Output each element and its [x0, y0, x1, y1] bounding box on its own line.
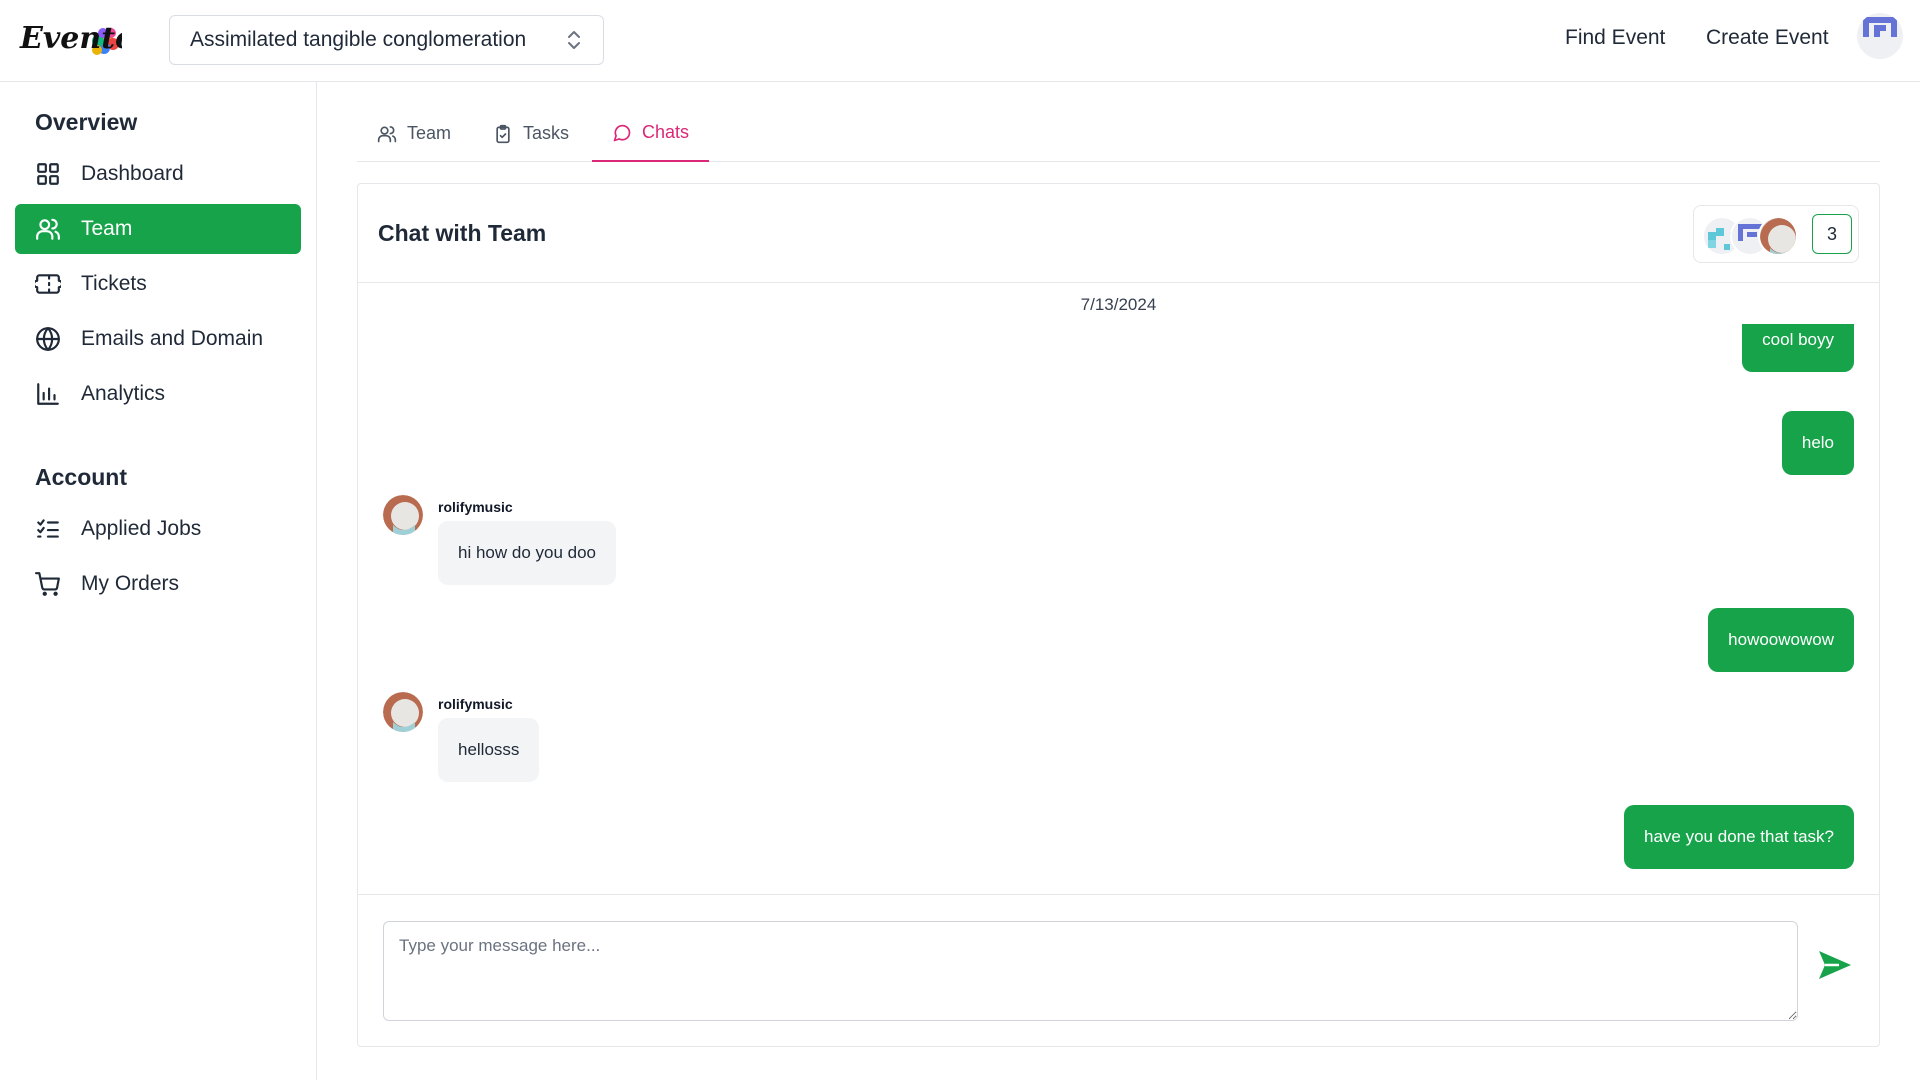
message-text: hellosss	[438, 718, 540, 782]
find-event-link[interactable]: Find Event	[1565, 26, 1665, 50]
sidebar-item-label: My Orders	[81, 572, 180, 595]
tab-label: Chats	[642, 122, 690, 142]
tab-tasks[interactable]: Tasks	[473, 105, 589, 162]
organization-select-value: Assimilated tangible conglomeration	[190, 28, 527, 51]
avatar[interactable]	[383, 495, 423, 535]
sidebar-item-team[interactable]: Team	[15, 204, 301, 254]
sidebar-item-label: Dashboard	[81, 162, 184, 185]
users-icon	[36, 218, 60, 240]
outgoing-message: cool boyy	[1742, 324, 1854, 372]
tab-chats[interactable]: Chats	[592, 105, 710, 162]
svg-text:Evento: Evento	[19, 21, 122, 56]
list-checks-icon	[37, 519, 59, 538]
chat-members[interactable]: 3	[1693, 205, 1859, 263]
top-bar: Evento Assimilated tangible conglomerati…	[0, 0, 1920, 82]
globe-icon	[36, 327, 60, 351]
message-composer	[358, 894, 1879, 1047]
sidebar: Overview Dashboard Team Tickets Emails a…	[0, 82, 317, 1080]
message-list[interactable]: 7/13/2024 cool boyy helo rolifymusic hi …	[358, 284, 1879, 894]
sidebar-item-emails-and-domain[interactable]: Emails and Domain	[15, 314, 301, 364]
grid-icon	[37, 163, 59, 185]
chevron-up-down-icon	[568, 31, 580, 49]
organization-select[interactable]: Assimilated tangible conglomeration	[169, 15, 604, 65]
evento-logo[interactable]: Evento	[18, 14, 135, 64]
sidebar-item-label: Tickets	[81, 272, 147, 295]
message-circle-icon	[613, 124, 631, 141]
overview-heading: Overview	[35, 109, 138, 135]
sidebar-item-label: Applied Jobs	[81, 517, 202, 540]
tab-team[interactable]: Team	[357, 105, 471, 162]
outgoing-message: howoowowow	[1708, 608, 1854, 672]
tab-label: Tasks	[523, 123, 570, 143]
avatar[interactable]	[383, 692, 423, 732]
sidebar-item-analytics[interactable]: Analytics	[15, 369, 301, 419]
outgoing-message: have you done that task?	[1624, 805, 1854, 869]
user-avatar[interactable]	[1857, 13, 1903, 59]
sidebar-item-tickets[interactable]: Tickets	[15, 259, 301, 309]
tab-label: Team	[407, 123, 452, 143]
sidebar-item-label: Team	[81, 217, 133, 240]
clipboard-check-icon	[496, 124, 510, 143]
send-button[interactable]	[1813, 943, 1857, 987]
sidebar-item-my-orders[interactable]: My Orders	[15, 559, 301, 609]
account-heading: Account	[35, 464, 127, 490]
member-avatar	[1758, 216, 1798, 256]
message-sender: rolifymusic	[438, 696, 513, 712]
chat-header: Chat with Team 3	[358, 184, 1879, 283]
message-text: hi how do you doo	[438, 521, 616, 585]
sidebar-item-label: Analytics	[81, 382, 166, 405]
cart-icon	[35, 572, 60, 596]
sidebar-item-applied-jobs[interactable]: Applied Jobs	[15, 504, 301, 554]
team-tabs: Team Tasks Chats	[357, 105, 1880, 162]
sidebar-item-dashboard[interactable]: Dashboard	[15, 149, 301, 199]
ticket-icon	[35, 274, 61, 294]
sidebar-item-label: Emails and Domain	[81, 327, 264, 350]
bar-chart-icon	[37, 383, 59, 405]
users-icon	[377, 125, 397, 142]
outgoing-message: helo	[1781, 411, 1854, 475]
send-icon	[1819, 951, 1851, 979]
message-sender: rolifymusic	[438, 499, 513, 515]
message-input[interactable]	[383, 921, 1798, 1021]
create-event-link[interactable]: Create Event	[1706, 26, 1829, 50]
chat-card: Chat with Team 3 7/13/2024 cool boyy hel…	[357, 183, 1880, 1047]
member-count-badge: 3	[1812, 214, 1852, 254]
chat-title: Chat with Team	[378, 220, 547, 246]
date-divider: 7/13/2024	[1080, 295, 1157, 314]
